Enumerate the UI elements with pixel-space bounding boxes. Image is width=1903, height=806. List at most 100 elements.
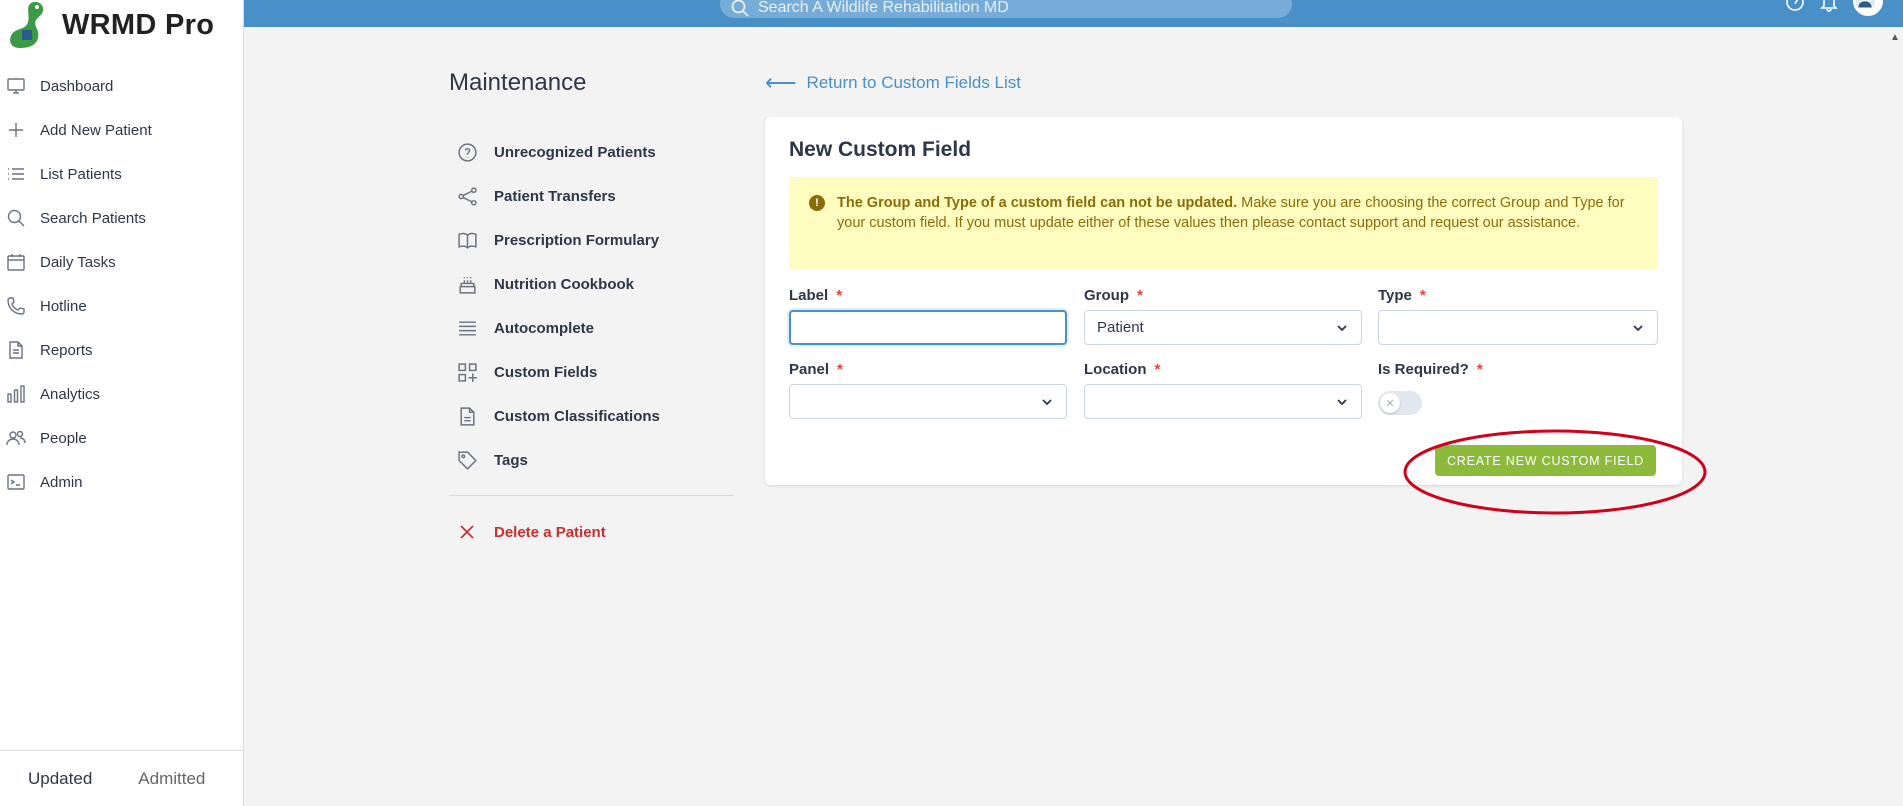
sidebar-item-label: Admin — [40, 473, 83, 491]
maintenance-item-label: Patient Transfers — [494, 187, 616, 205]
bell-icon[interactable] — [1819, 0, 1841, 14]
sidebar-item-list-patients[interactable]: List Patients — [0, 152, 244, 196]
maintenance-item-tags[interactable]: Tags — [455, 438, 735, 482]
maintenance-item-patient-transfers[interactable]: Patient Transfers — [455, 174, 735, 218]
panel-field-label: Panel * — [789, 361, 843, 378]
new-custom-field-card: New Custom Field ! The Group and Type of… — [765, 117, 1682, 485]
location-field-label: Location * — [1084, 361, 1161, 378]
monitor-icon — [5, 75, 27, 97]
phone-icon — [5, 295, 27, 317]
tab-admitted[interactable]: Admitted — [138, 769, 205, 789]
sidebar-footer-tabs: Updated Admitted — [0, 750, 244, 806]
plus-icon — [5, 119, 27, 141]
required-mark: * — [1419, 287, 1426, 304]
chevron-down-icon — [1335, 321, 1349, 335]
sidebar-item-label: Add New Patient — [40, 121, 152, 139]
required-mark: * — [1137, 287, 1143, 304]
sidebar-item-label: List Patients — [40, 165, 122, 183]
sidebar-item-label: Hotline — [40, 297, 87, 315]
maintenance-item-autocomplete[interactable]: Autocomplete — [455, 306, 735, 350]
maintenance-item-label: Unrecognized Patients — [494, 143, 656, 161]
toggle-off-x-icon: ✕ — [1380, 393, 1400, 413]
required-mark: * — [1476, 361, 1483, 378]
maintenance-item-unrecognized-patients[interactable]: Unrecognized Patients — [455, 130, 735, 174]
maintenance-title: Maintenance — [449, 69, 587, 96]
sidebar-item-reports[interactable]: Reports — [0, 328, 244, 372]
global-search[interactable] — [720, 0, 1292, 18]
create-new-custom-field-button[interactable]: CREATE NEW CUSTOM FIELD — [1435, 445, 1656, 476]
group-select[interactable]: Patient — [1084, 310, 1362, 345]
search-icon — [5, 207, 27, 229]
top-bar — [244, 0, 1903, 27]
label-input[interactable] — [789, 310, 1067, 345]
chevron-down-icon — [1631, 321, 1645, 335]
maintenance-menu: Unrecognized Patients Patient Transfers … — [455, 130, 735, 482]
maintenance-item-label: Prescription Formulary — [494, 231, 660, 249]
sidebar-item-add-new-patient[interactable]: Add New Patient — [0, 108, 244, 152]
location-select[interactable] — [1084, 384, 1362, 419]
maintenance-item-nutrition-cookbook[interactable]: Nutrition Cookbook — [455, 262, 735, 306]
book-icon — [455, 228, 479, 252]
question-circle-icon — [455, 140, 479, 164]
sidebar-item-search-patients[interactable]: Search Patients — [0, 196, 244, 240]
return-to-custom-fields-link[interactable]: ⟵ Return to Custom Fields List — [765, 72, 1021, 94]
sidebar-item-label: Analytics — [40, 385, 101, 403]
required-mark: * — [836, 287, 843, 304]
sidebar-item-admin[interactable]: Admin — [0, 460, 244, 504]
share-icon — [455, 184, 479, 208]
return-link-label: Return to Custom Fields List — [806, 73, 1022, 92]
arrow-left-icon: ⟵ — [765, 70, 797, 95]
scroll-up-arrow-icon[interactable]: ▲ — [1890, 32, 1900, 43]
list-icon — [5, 163, 27, 185]
maintenance-item-label: Custom Fields — [494, 363, 598, 381]
sidebar: WRMD Pro Dashboard Add New Patient List … — [0, 0, 244, 806]
brand-name: WRMD Pro — [62, 8, 215, 41]
document-icon — [5, 339, 27, 361]
is-required-toggle[interactable]: ✕ — [1378, 391, 1422, 415]
brand[interactable]: WRMD Pro — [6, 0, 214, 50]
lines-icon — [455, 316, 479, 340]
maintenance-item-custom-fields[interactable]: Custom Fields — [455, 350, 735, 394]
logo-icon — [10, 1, 44, 48]
users-icon — [5, 427, 27, 449]
top-bar-actions — [1773, 0, 1883, 16]
help-icon[interactable] — [1785, 0, 1807, 14]
is-required-field-label: Is Required? * — [1378, 361, 1483, 378]
required-mark: * — [1154, 361, 1161, 378]
sidebar-item-analytics[interactable]: Analytics — [0, 372, 244, 416]
maintenance-item-custom-classifications[interactable]: Custom Classifications — [455, 394, 735, 438]
sidebar-item-daily-tasks[interactable]: Daily Tasks — [0, 240, 244, 284]
sidebar-item-hotline[interactable]: Hotline — [0, 284, 244, 328]
grid-plus-icon — [455, 360, 479, 384]
avatar-icon — [1855, 0, 1876, 9]
chevron-down-icon — [1335, 395, 1349, 409]
chevron-down-icon — [1040, 395, 1054, 409]
avatar[interactable] — [1853, 0, 1883, 16]
panel-select[interactable] — [789, 384, 1067, 419]
bar-chart-icon — [5, 383, 27, 405]
sidebar-item-label: Dashboard — [40, 77, 114, 95]
maintenance-item-label: Custom Classifications — [494, 407, 660, 425]
group-field-label: Group * — [1084, 287, 1143, 304]
maintenance-item-prescription-formulary[interactable]: Prescription Formulary — [455, 218, 735, 262]
delete-patient-label: Delete a Patient — [494, 523, 606, 541]
sidebar-item-label: Daily Tasks — [40, 253, 116, 271]
global-search-input[interactable] — [758, 0, 1238, 17]
file-icon — [455, 404, 479, 428]
tag-icon — [455, 448, 479, 472]
terminal-icon — [5, 471, 27, 493]
type-select[interactable] — [1378, 310, 1658, 345]
delete-patient-link[interactable]: Delete a Patient — [455, 518, 606, 546]
sidebar-item-people[interactable]: People — [0, 416, 244, 460]
label-field-label: Label * — [789, 287, 843, 304]
page-scrollbar[interactable]: ▲ — [1886, 27, 1903, 806]
sidebar-nav: Dashboard Add New Patient List Patients … — [0, 64, 244, 504]
cake-icon — [455, 272, 479, 296]
sidebar-item-label: People — [40, 429, 87, 447]
maintenance-item-label: Nutrition Cookbook — [494, 275, 634, 293]
close-icon — [455, 520, 479, 544]
warning-alert: ! The Group and Type of a custom field c… — [789, 177, 1658, 270]
tab-updated[interactable]: Updated — [28, 769, 92, 789]
sidebar-item-dashboard[interactable]: Dashboard — [0, 64, 244, 108]
search-icon — [731, 0, 749, 17]
